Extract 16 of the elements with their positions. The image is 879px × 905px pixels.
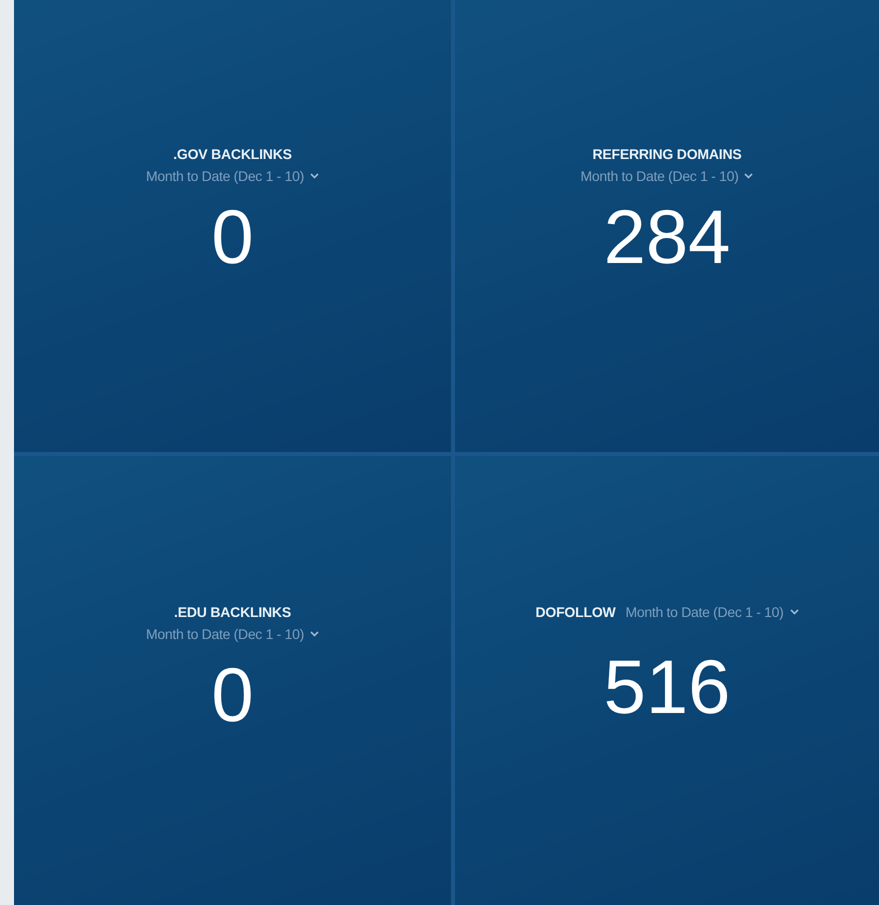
metric-value: 0: [211, 658, 254, 734]
metric-value: 284: [604, 200, 730, 276]
metric-value: 516: [604, 650, 730, 726]
metric-title: REFERRING DOMAINS: [592, 146, 742, 162]
chevron-icon: [744, 173, 754, 179]
period-dropdown[interactable]: Month to Date (Dec 1 - 10): [626, 604, 798, 620]
metric-title: .EDU BACKLINKS: [174, 604, 291, 620]
metric-value: 0: [211, 200, 254, 276]
period-dropdown[interactable]: Month to Date (Dec 1 - 10): [146, 626, 319, 642]
chevron-icon: [310, 173, 319, 179]
chevron-icon: [310, 631, 319, 637]
metric-title: .GOV BACKLINKS: [173, 146, 292, 162]
period-dropdown[interactable]: Month to Date (Dec 1 - 10): [580, 168, 754, 184]
period-dropdown[interactable]: Month to Date (Dec 1 - 10): [146, 168, 319, 184]
chevron-icon: [790, 609, 798, 615]
metric-title: DOFOLLOW: [535, 604, 616, 620]
